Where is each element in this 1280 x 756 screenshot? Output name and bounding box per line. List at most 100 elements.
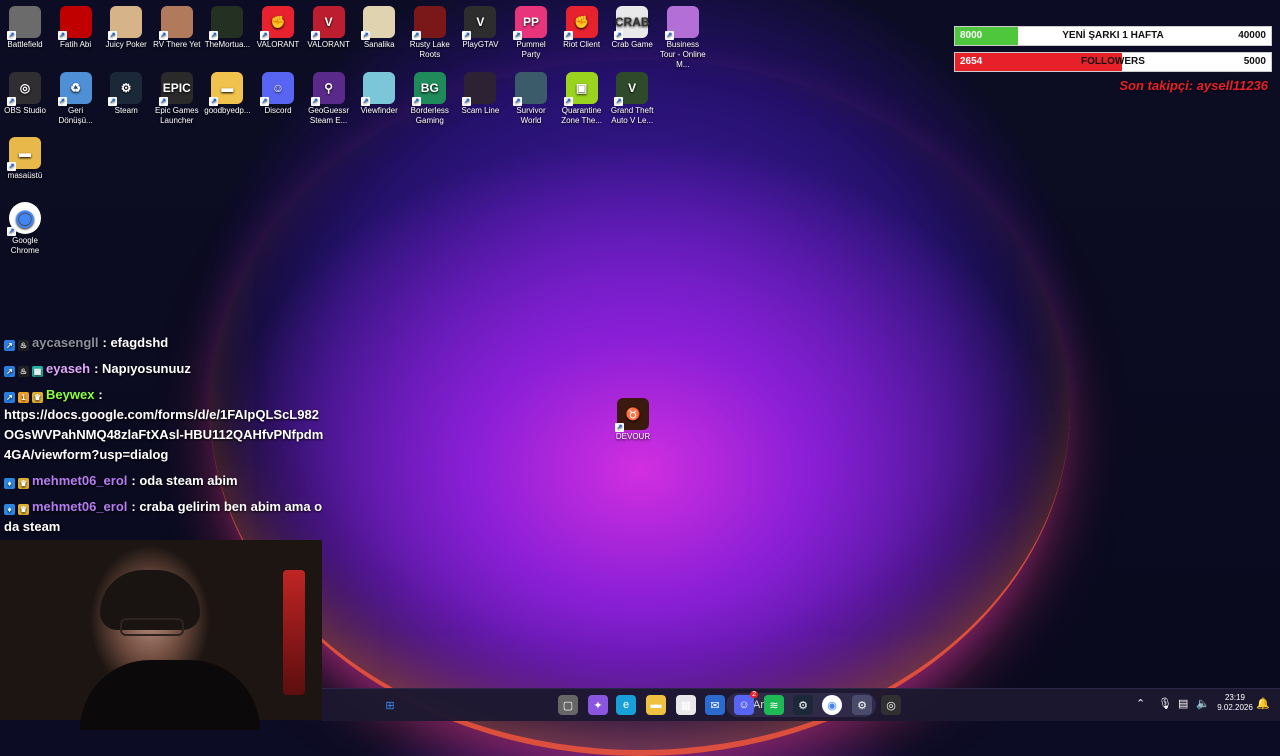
chat-text: : efagdshd [102, 335, 169, 350]
desktop-icon-red-mask[interactable]: ↗ Fatih Abi [51, 6, 101, 50]
scam-line-icon: ↗ [462, 72, 497, 106]
desktop-icon-geoguessr[interactable]: ⚲ ↗ GeoGuessr Steam E... [304, 72, 354, 126]
desktop-icon-recycle-bin[interactable]: ♻ ↗ Geri Dönüşü... [51, 72, 101, 126]
desktop-icon-folder[interactable]: ▬ ↗ masaüstü [0, 137, 50, 181]
microphone-icon[interactable]: 🎙 [1158, 697, 1172, 710]
shortcut-arrow-icon: ↗ [57, 31, 67, 40]
desktop-icon-obs[interactable]: ◎ ↗ OBS Studio [0, 72, 50, 116]
desktop-icon-survivor-world[interactable]: ↗ Survivor World [506, 72, 556, 126]
chat-username: mehmet06_erol [32, 499, 128, 514]
chat-username: aycasengll [32, 335, 99, 350]
shortcut-arrow-icon: ↗ [513, 97, 522, 106]
shortcut-arrow-icon: ↗ [462, 97, 472, 106]
desktop-icon-sanalika[interactable]: ↗ Sanalika [354, 6, 404, 50]
taskbar-steam-icon[interactable]: ⚙ [793, 695, 813, 715]
desktop-icon-scam-line[interactable]: ↗ Scam Line [455, 72, 505, 116]
taskbar-edge-icon[interactable]: e [616, 695, 636, 715]
chat-link[interactable]: https://docs.google.com/forms/d/e/1FAIpQ… [4, 405, 324, 465]
desktop-icon-label: Fatih Abi [60, 40, 92, 49]
desktop-icon-label: DEVOUR [615, 432, 651, 441]
taskbar-chrome-icon[interactable]: ◉ [822, 695, 842, 715]
epic-games-icon: EPIC ↗ [158, 72, 193, 106]
taskbar-copilot-icon[interactable]: ✦ [588, 695, 608, 715]
tree-icon: ↗ [411, 6, 446, 40]
desktop-icon-borderless-gaming[interactable]: BG ↗ Borderless Gaming [405, 72, 455, 126]
notification-bell-icon[interactable]: 🔔 [1256, 697, 1270, 710]
shortcut-arrow-icon: ↗ [563, 31, 573, 40]
desktop-icon-rv-character[interactable]: ↗ RV There Yet [152, 6, 202, 50]
rv-character-icon: ↗ [158, 6, 193, 40]
desktop-icon-label: Epic Games Launcher [155, 106, 199, 125]
desktop-icon-label: OBS Studio [4, 106, 46, 115]
taskbar-windows-start-icon[interactable]: ⊞ [380, 695, 400, 715]
taskbar-obs-icon[interactable]: ◎ [881, 695, 901, 715]
taskbar-file-explorer-icon[interactable]: ▢ [558, 695, 578, 715]
followers-goal-target: 5000 [1243, 56, 1266, 67]
survivor-world-icon: ↗ [513, 72, 547, 106]
desktop-icon-epic-games[interactable]: EPIC ↗ Epic Games Launcher [152, 72, 202, 126]
battlefield-icon: ↗ [7, 6, 41, 40]
desktop-icon-gta-v[interactable]: V ↗ PlayGTAV [455, 6, 505, 50]
chat-badge-icon: ♨ [18, 340, 29, 351]
shortcut-arrow-icon: ↗ [462, 31, 472, 40]
shortcut-arrow-icon: ↗ [615, 423, 624, 432]
taskbar: ⚲ Ara ⊞▢✦e▬▦✉☺2≋⚙◉⚙◎ ⌃ 🎙 ▤ 🔈 🔔 [322, 688, 1280, 721]
desktop-icon-label: Sanalika [363, 40, 395, 49]
volume-icon[interactable]: 🔈 [1196, 697, 1210, 710]
chat-badge-icon: ▦ [32, 366, 43, 377]
desktop-icon-quarantine-zone[interactable]: ▣ ↗ Quarantine Zone The... [557, 72, 607, 126]
desktop-icon-devour[interactable]: ♉ ↗ DEVOUR [608, 398, 658, 442]
desktop-icon-label: Quarantine Zone The... [561, 106, 602, 125]
desktop-icon-folder[interactable]: ▬ ↗ goodbyedp... [202, 72, 252, 116]
taskbar-spotify-icon[interactable]: ≋ [764, 695, 784, 715]
desktop-icon-label: Viewfinder [360, 106, 398, 115]
riot-fist-icon: ✊ ↗ [563, 6, 598, 40]
chat-message: ↗ ♨ ▦ eyaseh: Napıyosunuuz [4, 359, 324, 379]
system-clock[interactable]: 23:19 9.02.2026 [1217, 693, 1253, 713]
red-lamp [283, 570, 305, 695]
shortcut-arrow-icon: ↗ [158, 97, 168, 106]
steam-icon: ⚙ ↗ [108, 72, 143, 106]
poker-woman-icon: ↗ [108, 6, 143, 40]
desktop-icon-valorant[interactable]: V ↗ VALORANT [304, 6, 354, 50]
song-goal-bar: 8000 YENİ ŞARKI 1 HAFTA 40000 [954, 26, 1272, 46]
chat-message: ♦ ♛ mehmet06_erol: oda steam abim [4, 471, 324, 491]
last-follower-text: Son takipçi: aysell11236 [1119, 78, 1268, 93]
taskbar-mail-icon[interactable]: ✉ [705, 695, 725, 715]
desktop-icon-tree[interactable]: ↗ Rusty Lake Roots [405, 6, 455, 60]
desktop-icon-steam[interactable]: ⚙ ↗ Steam [101, 72, 151, 116]
desktop-icon-riot-fist[interactable]: ✊ ↗ Riot Client [557, 6, 607, 50]
chat-badge-icon: ↗ [4, 392, 15, 403]
shortcut-arrow-icon: ↗ [108, 31, 118, 40]
desktop-icon-gta-v-legacy[interactable]: V ↗ Grand Theft Auto V Le... [607, 72, 657, 126]
taskbar-store-icon[interactable]: ▦ [676, 695, 696, 715]
desktop-icon-discord[interactable]: ☺ ↗ Discord [253, 72, 303, 116]
webcam-feed [0, 540, 322, 730]
desktop-icon-crab-game[interactable]: CRAB ↗ Crab Game [607, 6, 657, 50]
desktop-icon-mortuary[interactable]: ↗ TheMortua... [202, 6, 252, 50]
chevron-up-icon[interactable]: ⌃ [1136, 697, 1145, 710]
taskbar-folder-icon[interactable]: ▬ [646, 695, 666, 715]
desktop-icon-label: VALORANT [256, 40, 300, 49]
desktop-icon-riot-fist[interactable]: ✊ ↗ VALORANT [253, 6, 303, 50]
desktop-icon-poker-woman[interactable]: ↗ Juicy Poker [101, 6, 151, 50]
desktop-icon-viewfinder[interactable]: ↗ Viewfinder [354, 72, 404, 116]
desktop-icon-business-tour[interactable]: ↗ Business Tour - Online M... [658, 6, 708, 70]
shortcut-arrow-icon: ↗ [310, 97, 320, 106]
taskbar-settings-icon[interactable]: ⚙ [852, 695, 872, 715]
recycle-bin-icon: ♻ ↗ [57, 72, 92, 106]
chat-badge-icon: ♛ [18, 504, 29, 515]
shortcut-arrow-icon: ↗ [664, 31, 674, 40]
chat-message: ♦ ♛ mehmet06_erol: craba gelirim ben abim … [4, 497, 324, 537]
pummel-party-icon: PP ↗ [513, 6, 547, 40]
desktop-icon-label: Grand Theft Auto V Le... [610, 106, 654, 125]
desktop-icon-pummel-party[interactable]: PP ↗ Pummel Party [506, 6, 556, 60]
taskbar-discord-icon[interactable]: ☺ 2 [734, 691, 758, 715]
gta-v-legacy-icon: V ↗ [614, 72, 649, 106]
shortcut-arrow-icon: ↗ [7, 162, 16, 171]
shortcut-arrow-icon: ↗ [361, 97, 371, 106]
desktop-icon-label: Survivor World [516, 106, 546, 125]
desktop-icon-battlefield[interactable]: ↗ Battlefield [0, 6, 50, 50]
network-icon[interactable]: ▤ [1178, 697, 1188, 710]
desktop-icon-chrome[interactable]: ◉ ↗ Google Chrome [0, 202, 50, 256]
